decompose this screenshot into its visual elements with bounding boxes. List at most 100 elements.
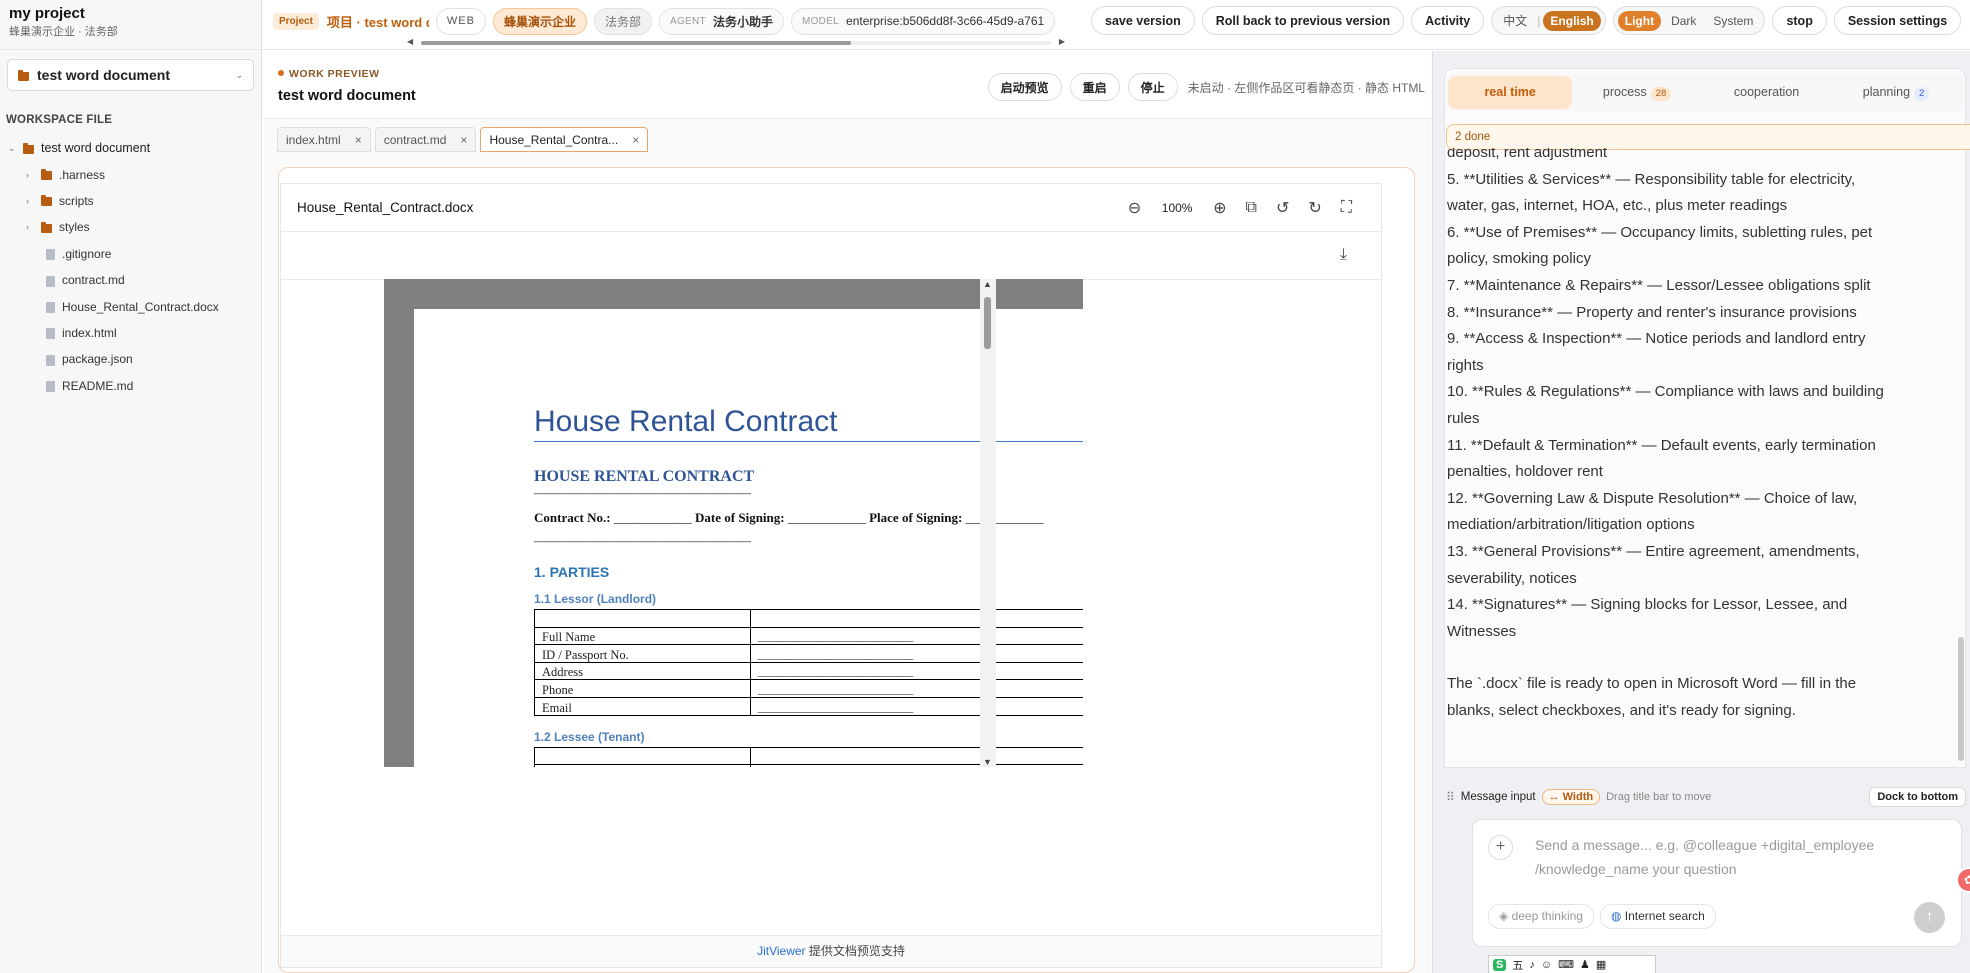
- stop-preview-button[interactable]: 停止: [1127, 73, 1178, 101]
- tree-item-gitignore[interactable]: .gitignore: [0, 241, 261, 267]
- theme-light-option[interactable]: Light: [1617, 10, 1662, 31]
- ime-toolbar[interactable]: S 五 ♪ ☺ ⌨ ♟ ▦: [1488, 955, 1656, 973]
- ime-keyboard-icon[interactable]: ⌨: [1558, 958, 1574, 971]
- internet-search-toggle[interactable]: ◍ Internet search: [1599, 904, 1716, 929]
- close-icon[interactable]: ×: [355, 133, 362, 147]
- scroll-right-icon[interactable]: ▶: [1059, 37, 1065, 46]
- close-icon[interactable]: ×: [460, 133, 467, 147]
- tree-item-styles[interactable]: › styles: [0, 214, 261, 240]
- field-blank: _______________________________: [749, 644, 1083, 663]
- save-version-button[interactable]: save version: [1091, 6, 1195, 35]
- viewer-footer-text: 提供文档预览支持: [808, 944, 905, 958]
- viewer-footer: JitViewer 提供文档预览支持: [281, 935, 1381, 967]
- chips-scrollbar[interactable]: ◀ ▶: [407, 37, 1065, 46]
- rotate-right-icon[interactable]: ↻: [1308, 198, 1321, 218]
- theme-system-option[interactable]: System: [1706, 11, 1760, 31]
- tree-item-contract-md[interactable]: contract.md: [0, 267, 261, 293]
- scroll-down-icon[interactable]: ▼: [983, 757, 992, 767]
- ime-punct-icon[interactable]: ♪: [1529, 959, 1535, 971]
- scrollbar-thumb[interactable]: [984, 297, 991, 349]
- agent-value: 法务小助手: [712, 14, 773, 29]
- message-line: The `.docx` file is ready to open in Mic…: [1447, 675, 1857, 693]
- model-value: enterprise:b506dd8f-3c66-45d9-a761: [846, 14, 1045, 28]
- tree-item-contract-docx[interactable]: House_Rental_Contract.docx: [0, 293, 261, 319]
- width-button[interactable]: ↔ Width: [1541, 789, 1601, 805]
- drag-handle-icon[interactable]: ⠿: [1446, 790, 1455, 804]
- fit-page-icon[interactable]: ⧉: [1246, 199, 1257, 217]
- field-blank: _______________________________: [749, 679, 1083, 698]
- download-icon[interactable]: ⤓: [1340, 246, 1347, 264]
- add-attachment-icon[interactable]: +: [1488, 835, 1513, 860]
- scrollbar-thumb[interactable]: [421, 41, 851, 45]
- meta-rule: ——————————————————: [534, 533, 751, 548]
- scroll-left-icon[interactable]: ◀: [407, 37, 413, 46]
- stop-button[interactable]: stop: [1772, 6, 1827, 35]
- tree-item-label: test word document: [41, 141, 151, 156]
- tab-index-html[interactable]: index.html ×: [277, 127, 371, 152]
- org-chip[interactable]: 蜂巢演示企业: [492, 7, 587, 35]
- fullscreen-icon[interactable]: ⛶: [1341, 199, 1352, 217]
- zoom-out-icon[interactable]: ⊖: [1128, 198, 1141, 218]
- message-line: 14. **Signatures** — Signing blocks for …: [1447, 596, 1848, 614]
- tree-item-root-folder[interactable]: ⌄ test word document: [0, 135, 261, 161]
- chat-scrollbar[interactable]: [1958, 151, 1966, 761]
- document-scrollbar[interactable]: ▲ ▼: [980, 279, 996, 767]
- ime-mode-icon[interactable]: 五: [1512, 957, 1523, 973]
- start-preview-button[interactable]: 启动预览: [987, 73, 1062, 101]
- tab-real-time[interactable]: real time: [1448, 76, 1573, 109]
- web-chip[interactable]: WEB: [435, 7, 486, 35]
- agent-chip[interactable]: AGENT 法务小助手: [659, 7, 784, 35]
- chevron-right-icon: ›: [26, 195, 29, 206]
- workspace-select[interactable]: test word document ⌄: [7, 59, 254, 91]
- session-settings-button[interactable]: Session settings: [1833, 6, 1962, 35]
- lessor-table: Full Name _______________________________…: [534, 609, 1083, 716]
- message-input-titlebar[interactable]: ⠿ Message input ↔ Width Drag title bar t…: [1444, 781, 1966, 813]
- message-input[interactable]: Send a message... e.g. @colleague +digit…: [1535, 833, 1945, 881]
- zoom-in-icon[interactable]: ⊕: [1213, 198, 1226, 218]
- dept-chip[interactable]: 法务部: [593, 7, 652, 35]
- file-icon: [46, 275, 55, 287]
- tree-item-harness[interactable]: › .harness: [0, 161, 261, 187]
- lang-zh-option[interactable]: 中文: [1496, 9, 1534, 32]
- send-button[interactable]: ↑: [1914, 902, 1945, 933]
- tree-item-index-html[interactable]: index.html: [0, 320, 261, 346]
- file-icon: [46, 381, 55, 393]
- file-icon: [46, 302, 55, 314]
- scrollbar-thumb[interactable]: [1958, 637, 1964, 761]
- restart-button[interactable]: 重启: [1069, 73, 1120, 101]
- table-cell: [534, 746, 751, 766]
- deep-thinking-toggle[interactable]: ◈ deep thinking: [1488, 904, 1594, 929]
- tree-item-readme[interactable]: README.md: [0, 373, 261, 399]
- ime-menu-icon[interactable]: ▦: [1596, 958, 1606, 971]
- dock-to-bottom-button[interactable]: Dock to bottom: [1869, 787, 1966, 807]
- message-line: 12. **Governing Law & Dispute Resolution…: [1447, 489, 1858, 507]
- tab-planning[interactable]: planning 2: [1831, 76, 1961, 109]
- tab-house-rental-contract[interactable]: House_Rental_Contra... ×: [480, 127, 649, 152]
- ime-user-icon[interactable]: ♟: [1580, 958, 1590, 971]
- tab-cooperation[interactable]: cooperation: [1702, 76, 1832, 109]
- tree-item-scripts[interactable]: › scripts: [0, 188, 261, 214]
- tree-item-label: README.md: [62, 378, 134, 393]
- tab-contract-md[interactable]: contract.md ×: [374, 127, 477, 152]
- model-chip[interactable]: MODEL enterprise:b506dd8f-3c66-45d9-a761: [790, 7, 1056, 35]
- document-canvas[interactable]: House Rental Contract HOUSE RENTAL CONTR…: [384, 279, 1083, 767]
- jitviewer-link[interactable]: JitViewer: [757, 944, 805, 958]
- rollback-button[interactable]: Roll back to previous version: [1201, 6, 1405, 35]
- field-label: ID / Passport No.: [534, 644, 751, 663]
- lang-en-option[interactable]: English: [1543, 10, 1601, 31]
- ime-emoji-icon[interactable]: ☺: [1541, 959, 1552, 971]
- rotate-left-icon[interactable]: ↺: [1276, 198, 1289, 218]
- done-status-bar[interactable]: 2 done: [1446, 124, 1970, 150]
- theme-dark-option[interactable]: Dark: [1664, 11, 1703, 31]
- viewer-toolbar: House_Rental_Contract.docx ⊖ 100% ⊕ ⧉ ↺ …: [281, 184, 1381, 232]
- tree-item-package-json[interactable]: package.json: [0, 346, 261, 372]
- table-row: [534, 746, 1083, 766]
- toolbar-actions: save version Roll back to previous versi…: [1091, 6, 1962, 35]
- activity-button[interactable]: Activity: [1411, 6, 1485, 35]
- internet-search-label: Internet search: [1624, 909, 1705, 923]
- close-icon[interactable]: ×: [632, 133, 639, 147]
- tab-process[interactable]: process 28: [1572, 76, 1702, 109]
- scroll-up-icon[interactable]: ▲: [983, 279, 992, 289]
- chevron-right-icon: ›: [26, 169, 29, 180]
- project-chip[interactable]: Project 项目 · test word document: [273, 8, 429, 35]
